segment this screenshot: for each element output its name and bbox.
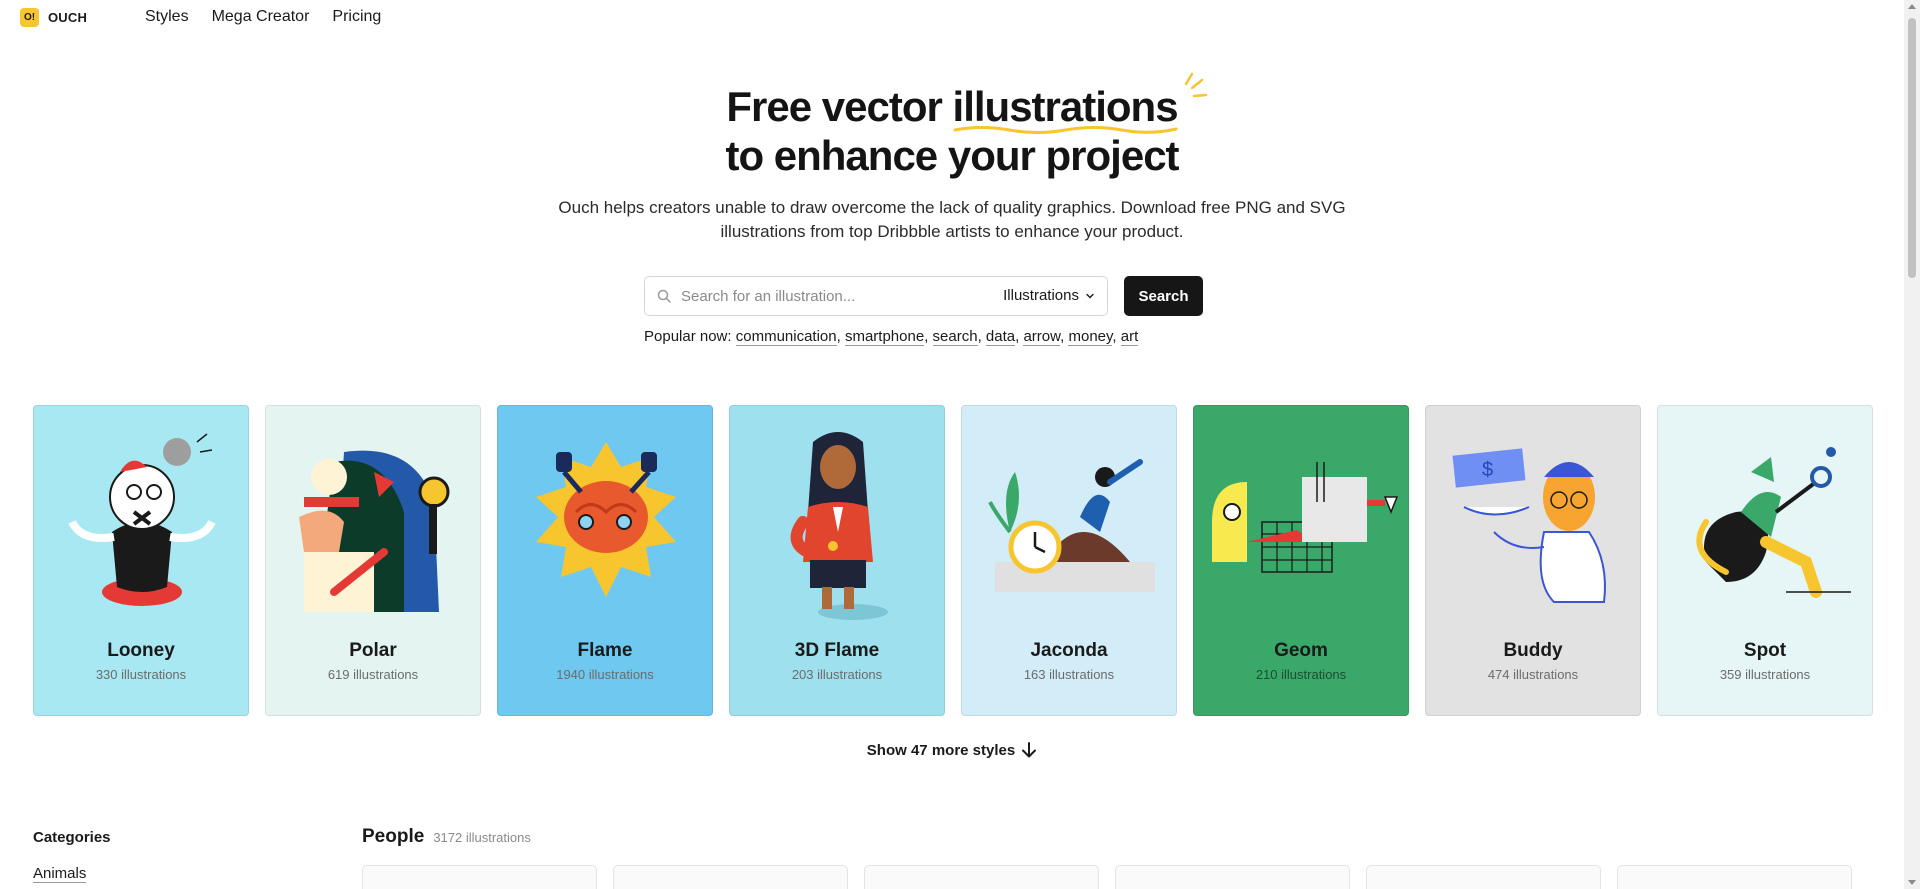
scroll-up-arrow-icon[interactable] [1908, 4, 1916, 9]
style-cards: Looney 330 illustrations Polar 619 illus… [33, 405, 1873, 716]
popular-searches: Popular now: communication, smartphone, … [644, 328, 1139, 346]
hero-subtitle-line1: Ouch helps creators unable to draw overc… [558, 198, 1346, 217]
illustration-thumbnail[interactable] [1617, 865, 1852, 889]
logo[interactable]: O! OUCH [20, 8, 87, 27]
style-name: 3D Flame [794, 640, 880, 661]
style-name: Jaconda [1030, 640, 1108, 661]
hero-subtitle: Ouch helps creators unable to draw overc… [0, 196, 1904, 244]
popular-tag-search[interactable]: search [932, 328, 978, 346]
nav-mega-creator-link[interactable]: Mega Creator [212, 8, 310, 26]
style-name: Geom [1274, 640, 1328, 661]
show-more-styles-button[interactable]: Show 47 more styles [0, 741, 1904, 759]
show-more-label: Show 47 more styles [866, 742, 1016, 759]
popular-tag-money[interactable]: money [1068, 328, 1113, 346]
style-count: 1940 illustrations [556, 667, 654, 682]
top-navigation: O! OUCH Styles Mega Creator Pricing [0, 0, 1904, 34]
flame-brain-icon [536, 442, 676, 597]
hero-title: Free vector illustrations to enhance you… [0, 72, 1904, 180]
section-count: 3172 illustrations [433, 830, 531, 845]
main-nav: Styles Mega Creator Pricing [145, 8, 381, 26]
illustration-thumbnail[interactable] [864, 865, 1099, 889]
hero-title-part1: Free vector [726, 83, 953, 130]
popular-tag-smartphone[interactable]: smartphone [844, 328, 925, 346]
style-card-jaconda[interactable]: Jaconda 163 illustrations [961, 405, 1177, 716]
illustration-thumbnail[interactable] [1115, 865, 1350, 889]
illustration-thumbnail[interactable] [362, 865, 597, 889]
style-card-flame[interactable]: Flame 1940 illustrations [497, 405, 713, 716]
hero-title-highlight-text: illustrations [952, 83, 1179, 130]
logo-text: OUCH [48, 10, 88, 25]
style-name: Looney [107, 640, 175, 661]
popular-tag-arrow[interactable]: arrow [1023, 328, 1061, 346]
style-name: Polar [349, 640, 397, 661]
style-count: 210 illustrations [1255, 667, 1347, 682]
asset-type-select[interactable]: Illustrations [1003, 287, 1095, 304]
popular-tag-communication[interactable]: communication [735, 328, 837, 346]
sparkle-accent-icon [1184, 72, 1207, 98]
asset-type-value: Illustrations [1003, 287, 1079, 304]
underline-squiggle-icon [953, 126, 1178, 134]
illustration-grid [362, 865, 1852, 889]
hero-title-highlight: illustrations [952, 72, 1207, 134]
hero-subtitle-line2: illustrations from top Dribbble artists … [720, 222, 1184, 241]
style-card-looney[interactable]: Looney 330 illustrations [33, 405, 249, 716]
scroll-thumb[interactable] [1908, 18, 1916, 278]
popular-label: Popular now: [644, 328, 732, 345]
style-count: 203 illustrations [791, 667, 883, 682]
section-header: People 3172 illustrations [362, 826, 531, 848]
section-title[interactable]: People [362, 826, 424, 848]
popular-tag-art[interactable]: art [1120, 328, 1139, 346]
style-card-geom[interactable]: Geom 210 illustrations [1193, 405, 1409, 716]
style-name: Buddy [1503, 640, 1563, 661]
scroll-down-arrow-icon[interactable] [1908, 880, 1916, 885]
style-card-buddy[interactable]: $ Buddy 474 illustrations [1425, 405, 1641, 716]
illustration-thumbnail[interactable] [1366, 865, 1601, 889]
style-card-3d-flame[interactable]: 3D Flame 203 illustrations [729, 405, 945, 716]
looney-cartoon-icon [68, 433, 216, 606]
style-count: 163 illustrations [1023, 667, 1115, 682]
jaconda-clock-icon [988, 459, 1155, 592]
logo-mark-icon: O! [20, 8, 39, 27]
search-bar: Illustrations [644, 276, 1108, 316]
search-input[interactable] [681, 283, 981, 309]
search-icon [657, 289, 671, 303]
categories-heading: Categories [33, 829, 111, 846]
hero-title-line2: to enhance your project [725, 132, 1179, 179]
spot-runner-icon [1696, 447, 1851, 598]
arrow-down-icon [1022, 742, 1037, 758]
search-button[interactable]: Search [1124, 276, 1203, 316]
popular-tag-data[interactable]: data [985, 328, 1016, 346]
chevron-down-icon [1086, 293, 1094, 298]
category-animals-link[interactable]: Animals [33, 865, 87, 883]
nav-styles-link[interactable]: Styles [145, 8, 189, 26]
style-count: 359 illustrations [1719, 667, 1811, 682]
svg-text:$: $ [1482, 459, 1493, 481]
style-card-spot[interactable]: Spot 359 illustrations [1657, 405, 1873, 716]
style-name: Spot [1743, 640, 1787, 661]
style-card-polar[interactable]: Polar 619 illustrations [265, 405, 481, 716]
buddy-money-icon: $ [1452, 448, 1606, 603]
geom-shapes-icon [1212, 462, 1399, 573]
style-count: 474 illustrations [1487, 667, 1579, 682]
style-count: 619 illustrations [327, 667, 419, 682]
polar-chef-icon [299, 450, 450, 612]
illustration-thumbnail[interactable] [613, 865, 848, 889]
3d-woman-icon [790, 432, 888, 620]
nav-pricing-link[interactable]: Pricing [332, 8, 381, 26]
page-scrollbar[interactable] [1904, 0, 1920, 889]
style-count: 330 illustrations [95, 667, 187, 682]
style-name: Flame [577, 640, 633, 661]
